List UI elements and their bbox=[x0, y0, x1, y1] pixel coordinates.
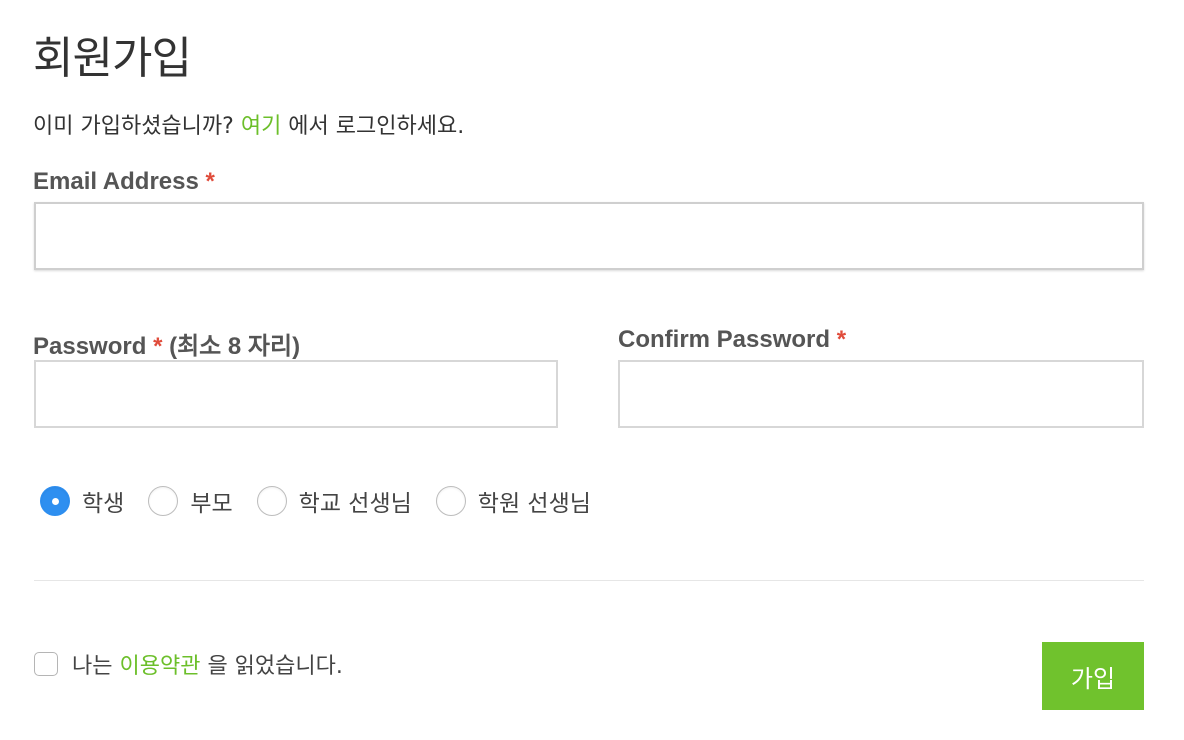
required-mark: * bbox=[205, 168, 215, 195]
role-label: 학교 선생님 bbox=[298, 491, 412, 517]
terms-suffix: 을 읽었습니다. bbox=[200, 654, 343, 679]
password-field[interactable] bbox=[34, 360, 558, 428]
radio-button-checked[interactable] bbox=[40, 486, 70, 516]
terms-text: 나는 이용약관 을 읽었습니다. bbox=[72, 648, 343, 680]
confirm-password-label: Confirm Password * bbox=[618, 326, 846, 354]
password-label-text: Password bbox=[33, 333, 147, 360]
login-prompt-suffix: 에서 로그인하세요. bbox=[281, 114, 465, 139]
login-prompt: 이미 가입하셨습니까? 여기 에서 로그인하세요. bbox=[33, 108, 464, 140]
section-divider bbox=[34, 580, 1144, 581]
role-label: 학생 bbox=[82, 491, 125, 517]
radio-button[interactable] bbox=[256, 486, 287, 516]
confirm-password-field[interactable] bbox=[618, 360, 1144, 428]
required-mark: * bbox=[836, 326, 847, 353]
role-label: 학원 선생님 bbox=[477, 491, 591, 517]
role-option-parent[interactable]: 부모 bbox=[148, 484, 233, 518]
radio-button[interactable] bbox=[435, 486, 466, 516]
login-prompt-text: 이미 가입하셨습니까? bbox=[33, 114, 241, 139]
email-label: Email Address * bbox=[33, 168, 215, 196]
role-option-student[interactable]: 학생 bbox=[40, 484, 124, 518]
confirm-password-label-text: Confirm Password bbox=[618, 326, 831, 353]
required-mark: * bbox=[153, 333, 163, 360]
role-radio-group: 학생 부모 학교 선생님 학원 선생님 bbox=[40, 484, 615, 518]
page-title: 회원가입 bbox=[33, 33, 192, 84]
role-option-academy-teacher[interactable]: 학원 선생님 bbox=[435, 484, 591, 518]
signup-button[interactable]: 가입 bbox=[1042, 642, 1144, 710]
radio-button[interactable] bbox=[148, 486, 179, 516]
password-hint: (최소 8 자리) bbox=[162, 333, 301, 360]
password-label: Password * (최소 8 자리) bbox=[33, 326, 300, 361]
role-label: 부모 bbox=[190, 491, 233, 517]
login-link[interactable]: 여기 bbox=[241, 114, 281, 139]
email-field[interactable] bbox=[34, 202, 1144, 270]
terms-prefix: 나는 bbox=[72, 654, 120, 679]
role-option-school-teacher[interactable]: 학교 선생님 bbox=[256, 484, 412, 518]
terms-checkbox[interactable] bbox=[34, 652, 58, 676]
terms-link[interactable]: 이용약관 bbox=[119, 654, 200, 679]
terms-agreement: 나는 이용약관 을 읽었습니다. bbox=[34, 648, 343, 680]
email-label-text: Email Address bbox=[33, 168, 199, 195]
